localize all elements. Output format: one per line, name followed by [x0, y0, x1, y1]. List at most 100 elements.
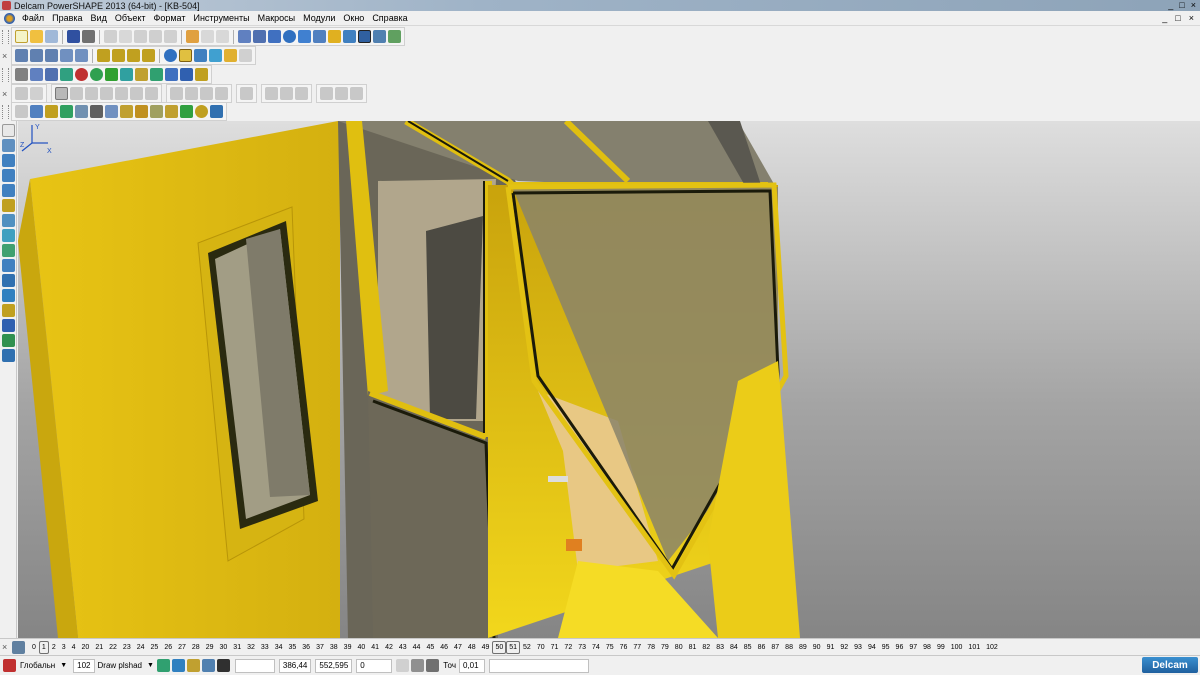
zoom-in-icon[interactable] — [112, 49, 125, 62]
layer-button-95[interactable]: 95 — [879, 642, 893, 653]
layer-button-101[interactable]: 101 — [965, 642, 983, 653]
info-icon[interactable] — [165, 68, 178, 81]
layer-button-22[interactable]: 22 — [106, 642, 120, 653]
layer-button-49[interactable]: 49 — [479, 642, 493, 653]
position-icon[interactable] — [411, 659, 425, 672]
link-icon[interactable] — [313, 30, 326, 43]
curve-icon[interactable] — [298, 30, 311, 43]
text-tool-icon[interactable] — [1, 214, 15, 227]
layer-button-73[interactable]: 73 — [575, 642, 589, 653]
surface-grid-icon[interactable] — [150, 105, 163, 118]
layer-button-88[interactable]: 88 — [782, 642, 796, 653]
level-icon[interactable] — [15, 68, 28, 81]
open-model-icon[interactable] — [45, 30, 58, 43]
view-top-icon[interactable] — [45, 49, 58, 62]
layer-button-44[interactable]: 44 — [410, 642, 424, 653]
layer-button-37[interactable]: 37 — [313, 642, 327, 653]
layer-button-82[interactable]: 82 — [699, 642, 713, 653]
surface-curves-icon[interactable] — [30, 105, 43, 118]
copy-icon[interactable] — [119, 30, 132, 43]
toolbar-grip[interactable] — [2, 29, 9, 44]
layers-icon[interactable] — [156, 659, 170, 672]
layer-button-89[interactable]: 89 — [796, 642, 810, 653]
layer-button-71[interactable]: 71 — [548, 642, 562, 653]
layer-button-42[interactable]: 42 — [382, 642, 396, 653]
dimension-icon[interactable] — [1, 199, 15, 212]
hand-icon[interactable] — [239, 49, 252, 62]
surface-drape-icon[interactable] — [135, 105, 148, 118]
layer-button-29[interactable]: 29 — [203, 642, 217, 653]
repeat-icon[interactable] — [216, 30, 229, 43]
coordinate-blank-field[interactable] — [234, 658, 275, 673]
electrode-icon[interactable] — [1, 274, 15, 287]
curve-tool-icon[interactable] — [1, 184, 15, 197]
toolbar-grip[interactable] — [2, 104, 9, 119]
layer-button-21[interactable]: 21 — [92, 642, 106, 653]
view-front-icon[interactable] — [15, 49, 28, 62]
layer-button-45[interactable]: 45 — [423, 642, 437, 653]
layer-button-86[interactable]: 86 — [755, 642, 769, 653]
layer-button-93[interactable]: 93 — [851, 642, 865, 653]
layer-button-25[interactable]: 25 — [148, 642, 162, 653]
layer-button-39[interactable]: 39 — [341, 642, 355, 653]
print-icon[interactable] — [82, 30, 95, 43]
levels-icon[interactable] — [171, 659, 185, 672]
mold-icon[interactable] — [1, 319, 15, 332]
layer-button-77[interactable]: 77 — [630, 642, 644, 653]
layer-button-2[interactable]: 2 — [49, 642, 59, 653]
paint-icon[interactable] — [328, 30, 341, 43]
document-icon[interactable] — [30, 68, 43, 81]
layer-button-87[interactable]: 87 — [768, 642, 782, 653]
properties-icon[interactable] — [45, 68, 58, 81]
menu-tools[interactable]: Инструменты — [189, 13, 253, 23]
graphics-viewport[interactable]: X Y Z — [18, 121, 1200, 638]
layer-button-72[interactable]: 72 — [561, 642, 575, 653]
view-iso2-icon[interactable] — [75, 49, 88, 62]
assembly-icon[interactable] — [195, 68, 208, 81]
surface-icon[interactable] — [60, 68, 73, 81]
maximize-button[interactable]: □ — [1179, 0, 1184, 11]
zoom-fit-icon[interactable] — [142, 49, 155, 62]
mesh-tool-icon[interactable] — [1, 259, 15, 272]
grid-snap-icon[interactable] — [186, 659, 200, 672]
open-folder-icon[interactable] — [30, 30, 43, 43]
quick-select-icon[interactable] — [253, 30, 266, 43]
layer-button-26[interactable]: 26 — [161, 642, 175, 653]
layer-button-78[interactable]: 78 — [644, 642, 658, 653]
zoom-out-icon[interactable] — [127, 49, 140, 62]
toolbar-close-icon[interactable]: × — [2, 89, 11, 99]
eraser-icon[interactable] — [149, 30, 162, 43]
surface-fillet-icon[interactable] — [75, 105, 88, 118]
tolerance-field[interactable]: 0,01 — [459, 658, 485, 673]
toolbar-close-icon[interactable]: × — [2, 51, 11, 61]
pencil-icon[interactable] — [12, 640, 25, 654]
layer-button-76[interactable]: 76 — [617, 642, 631, 653]
arc-icon[interactable] — [1, 169, 15, 182]
layer-button-48[interactable]: 48 — [465, 642, 479, 653]
layer-button-81[interactable]: 81 — [686, 642, 700, 653]
layer-button-75[interactable]: 75 — [603, 642, 617, 653]
doc-restore-button[interactable]: □ — [1175, 11, 1180, 26]
document-icon[interactable] — [4, 12, 15, 24]
surface-extend-icon[interactable] — [120, 105, 133, 118]
layer-button-50[interactable]: 50 — [492, 640, 507, 654]
layer-button-3[interactable]: 3 — [59, 642, 69, 653]
menu-window[interactable]: Окно — [339, 13, 368, 23]
layer-button-40[interactable]: 40 — [354, 642, 368, 653]
surface-morph-icon[interactable] — [180, 105, 193, 118]
analysis-tool-icon[interactable] — [1, 289, 15, 302]
layer-button-99[interactable]: 99 — [934, 642, 948, 653]
chevron-down-icon[interactable]: ▼ — [147, 662, 154, 669]
layer-button-43[interactable]: 43 — [396, 642, 410, 653]
surface-from-curves-icon[interactable] — [45, 105, 58, 118]
layer-button-52[interactable]: 52 — [520, 642, 534, 653]
solid-icon[interactable] — [90, 68, 103, 81]
render-icon[interactable] — [209, 49, 222, 62]
layer-button-36[interactable]: 36 — [299, 642, 313, 653]
surface-blend-icon[interactable] — [165, 105, 178, 118]
layer-button-102[interactable]: 102 — [983, 642, 1001, 653]
surface-trim-icon[interactable] — [90, 105, 103, 118]
analysis-icon[interactable] — [180, 68, 193, 81]
snap-icon[interactable] — [201, 659, 215, 672]
surface-offset-icon[interactable] — [105, 105, 118, 118]
